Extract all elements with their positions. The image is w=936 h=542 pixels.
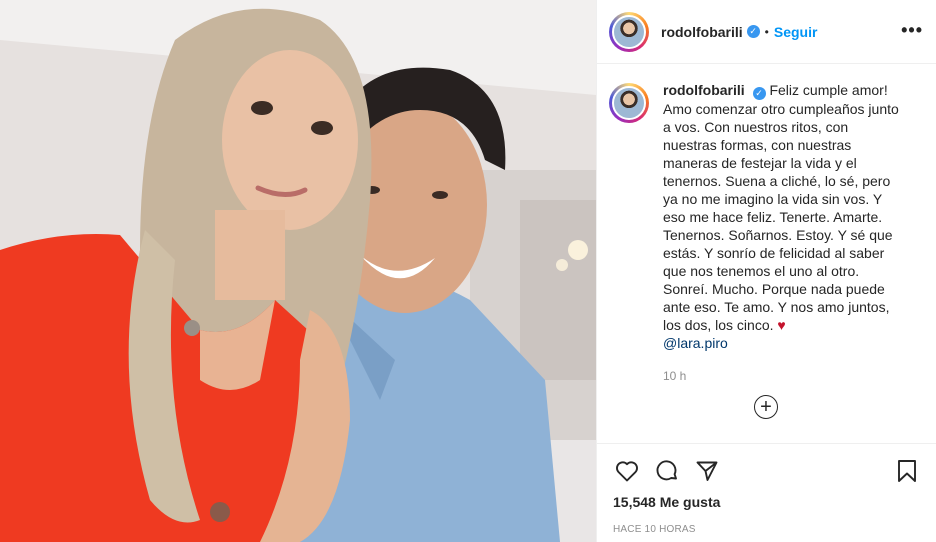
caption-body: rodolfobarili ✓ Feliz cumple amor! Amo c… xyxy=(663,81,903,385)
caption-text: Feliz cumple amor! Amo comenzar otro cum… xyxy=(663,82,899,333)
post-side-panel: rodolfobarili ✓ • Seguir ••• rodolfobari… xyxy=(596,0,936,542)
caption-author-avatar[interactable] xyxy=(609,83,649,123)
like-heart-icon[interactable] xyxy=(613,457,641,485)
post-photo[interactable] xyxy=(0,0,596,542)
author-username[interactable]: rodolfobarili xyxy=(661,24,743,40)
post-caption: rodolfobarili ✓ Feliz cumple amor! Amo c… xyxy=(609,81,921,385)
caption-timestamp: 10 h xyxy=(663,369,687,383)
verified-badge-icon: ✓ xyxy=(752,87,766,100)
load-more-comments-button[interactable]: + xyxy=(754,395,778,419)
post-header: rodolfobarili ✓ • Seguir ••• xyxy=(597,0,936,64)
caption-mention-link[interactable]: @lara.piro xyxy=(663,334,903,352)
avatar-image xyxy=(612,14,646,49)
couple-photo-illustration xyxy=(0,0,596,542)
post-timestamp[interactable]: HACE 10 HORAS xyxy=(613,524,921,535)
save-bookmark-icon[interactable] xyxy=(893,457,921,485)
post-actions: 15,548 Me gusta HACE 10 HORAS xyxy=(597,443,936,542)
follow-button[interactable]: Seguir xyxy=(774,24,818,40)
share-paper-plane-icon[interactable] xyxy=(693,457,721,485)
instagram-post: rodolfobarili ✓ • Seguir ••• rodolfobari… xyxy=(0,0,936,542)
comment-bubble-icon[interactable] xyxy=(653,457,681,485)
more-options-icon[interactable]: ••• xyxy=(901,20,923,41)
comments-section: rodolfobarili ✓ Feliz cumple amor! Amo c… xyxy=(597,65,936,443)
heart-emoji-icon: ♥ xyxy=(777,317,786,333)
likes-count[interactable]: 15,548 Me gusta xyxy=(613,494,921,510)
action-icons-row xyxy=(613,444,921,492)
caption-username[interactable]: rodolfobarili xyxy=(663,82,745,98)
author-avatar[interactable] xyxy=(609,11,649,52)
verified-badge-icon: ✓ xyxy=(746,25,760,38)
separator-dot: • xyxy=(764,24,769,39)
avatar-image xyxy=(612,86,646,120)
